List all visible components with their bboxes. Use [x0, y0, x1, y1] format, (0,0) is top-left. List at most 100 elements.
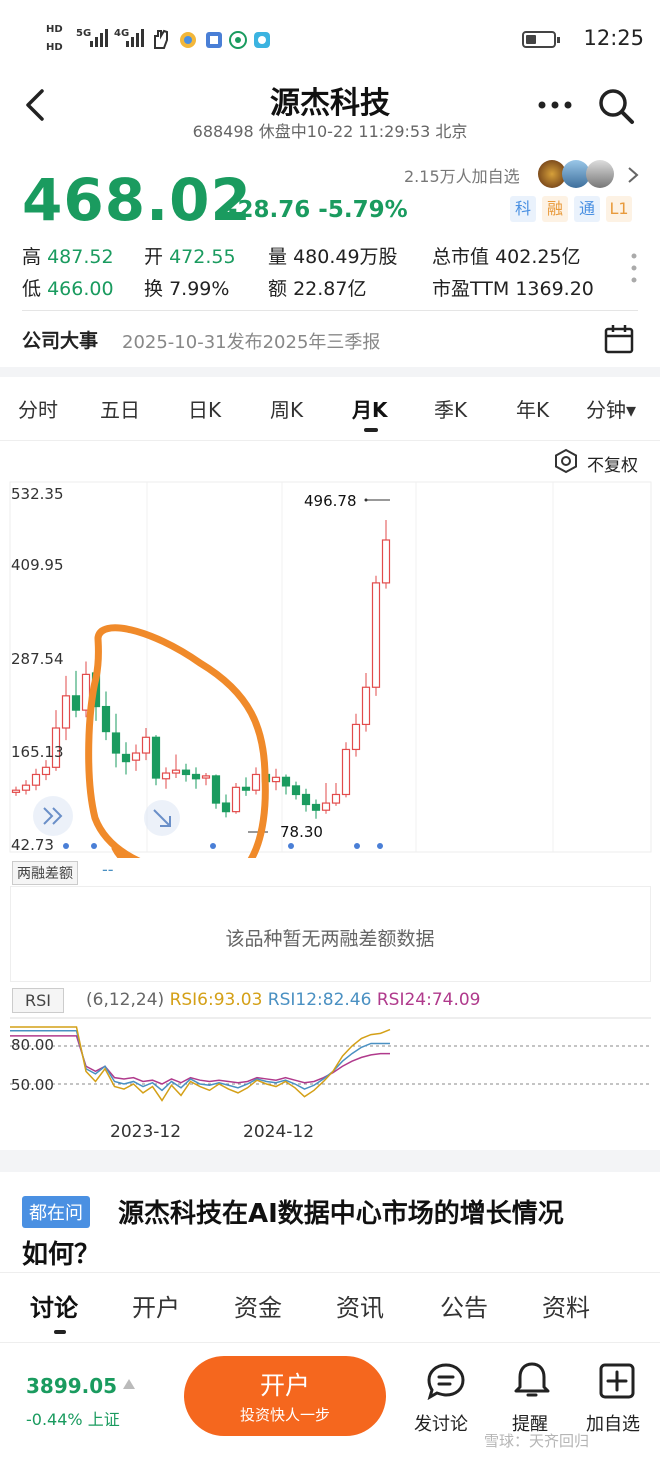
high-label: 496.78 — [304, 492, 357, 510]
stat-market-cap: 总市值 402.25亿 — [432, 246, 581, 268]
discuss-label[interactable]: 发讨论 — [414, 1410, 468, 1436]
tag-badge[interactable]: L1 — [606, 196, 632, 222]
margin-empty-text: 该品种暂无两融差额数据 — [225, 928, 435, 950]
index-value[interactable]: 3899.05 — [26, 1374, 117, 1398]
tab-period[interactable]: 分钟▾ — [586, 394, 636, 423]
divider — [0, 440, 660, 441]
stat-volume: 量 480.49万股 — [268, 246, 398, 268]
candle — [51, 710, 61, 771]
chevron-right-icon[interactable] — [626, 166, 640, 184]
vertical-dots-icon[interactable] — [628, 252, 640, 286]
candle — [171, 754, 181, 779]
candle — [381, 519, 391, 589]
candle — [231, 783, 241, 814]
rsi-legend: (6,12,24) RSI6:93.03 RSI12:82.46 RSI24:7… — [86, 990, 481, 1010]
tab-period[interactable]: 分时 — [18, 394, 58, 423]
candle-body — [101, 705, 111, 733]
zoom-icon — [144, 800, 180, 836]
rsi-label[interactable]: RSI — [12, 988, 64, 1013]
event-dot — [91, 843, 97, 849]
y-tick: 165.13 — [11, 743, 64, 761]
bell-icon[interactable] — [513, 1360, 551, 1400]
calendar-icon[interactable] — [603, 323, 635, 355]
kline-chart[interactable] — [0, 478, 660, 858]
tab-period[interactable]: 五日 — [100, 394, 140, 423]
y-tick: 287.54 — [11, 650, 64, 668]
candle-body — [11, 789, 21, 793]
hd1-indicator: HD — [46, 24, 63, 35]
margin-panel-label[interactable]: 两融差额 — [12, 861, 78, 885]
candle — [361, 672, 371, 732]
tab-period[interactable]: 季K — [434, 394, 467, 423]
candle-body — [141, 736, 151, 754]
add-fav-label[interactable]: 加自选 — [586, 1410, 640, 1436]
candle — [21, 780, 31, 795]
y-tick: 409.95 — [11, 556, 64, 574]
tab-bottom[interactable]: 资金 — [234, 1288, 282, 1323]
candle-body — [191, 773, 201, 780]
stat-open: 开 472.55 — [144, 246, 236, 268]
candle — [121, 742, 131, 775]
candle-body — [131, 752, 141, 761]
stat-turnover: 换 7.99% — [144, 278, 230, 300]
status-bar: HD HD 5G 4G 12:25 — [0, 0, 660, 78]
candle — [371, 575, 381, 696]
tab-bottom[interactable]: 讨论 — [30, 1288, 78, 1323]
candle-body — [371, 582, 381, 688]
tab-bottom[interactable]: 开户 — [132, 1288, 180, 1323]
hand-icon — [154, 29, 168, 49]
tab-bottom[interactable]: 资料 — [542, 1288, 590, 1323]
search-icon[interactable] — [596, 86, 636, 126]
tab-period[interactable]: 日K — [188, 394, 221, 423]
candle-body — [201, 775, 211, 779]
discuss-icon[interactable] — [426, 1362, 466, 1400]
candle-body — [271, 776, 281, 783]
candle-body — [321, 802, 331, 811]
candle-body — [351, 723, 361, 751]
rsi12-value: RSI12:82.46 — [267, 990, 372, 1010]
candle — [281, 774, 291, 795]
tab-bottom[interactable]: 资讯 — [336, 1288, 384, 1323]
app-icon-yellow — [180, 32, 196, 48]
follower-avatars[interactable] — [538, 160, 616, 188]
candle-body — [111, 732, 121, 754]
candle-body — [331, 793, 341, 804]
tab-period[interactable]: 年K — [516, 394, 549, 423]
question-line2[interactable]: 如何？ — [22, 1234, 100, 1271]
event-dot — [210, 843, 216, 849]
rsi-chart[interactable] — [0, 1014, 660, 1124]
tab-period[interactable]: 周K — [270, 394, 303, 423]
candle-body — [161, 772, 171, 780]
candle-body — [381, 539, 391, 584]
candle-body — [221, 802, 231, 813]
app-icon-green — [229, 31, 247, 49]
candle-body — [281, 776, 291, 787]
add-fav-icon[interactable] — [598, 1362, 636, 1400]
tab-bottom[interactable]: 公告 — [440, 1288, 488, 1323]
settings-hex-icon[interactable] — [553, 448, 579, 474]
tag-badge[interactable]: 通 — [574, 196, 600, 222]
followers-count[interactable]: 2.15万人加自选 — [404, 163, 520, 187]
tag-badge[interactable]: 融 — [542, 196, 568, 222]
candle — [41, 760, 51, 781]
tab-period[interactable]: 月K — [352, 394, 388, 423]
candle — [301, 788, 311, 812]
event-dot — [288, 843, 294, 849]
candle — [201, 773, 211, 786]
tag-badge[interactable]: 科 — [510, 196, 536, 222]
event-dot — [354, 843, 360, 849]
adjust-toggle[interactable]: 不复权 — [587, 451, 638, 476]
battery-icon — [522, 31, 560, 48]
open-account-button[interactable]: 开户 投资快人一步 — [184, 1356, 386, 1436]
hd2-indicator: HD — [46, 42, 63, 53]
event-text[interactable]: 2025-10-31发布2025年三季报 — [122, 328, 380, 354]
app-icon-cyan — [254, 32, 270, 48]
candle-body — [21, 784, 31, 791]
candle — [321, 783, 331, 814]
x-tick: 2023-12 — [110, 1122, 182, 1142]
margin-dash: -- — [102, 860, 114, 879]
more-icon[interactable] — [537, 100, 573, 110]
event-dot — [377, 843, 383, 849]
candle — [151, 735, 161, 786]
question-line1[interactable]: 源杰科技在AI数据中心市场的增长情况 — [118, 1193, 564, 1230]
